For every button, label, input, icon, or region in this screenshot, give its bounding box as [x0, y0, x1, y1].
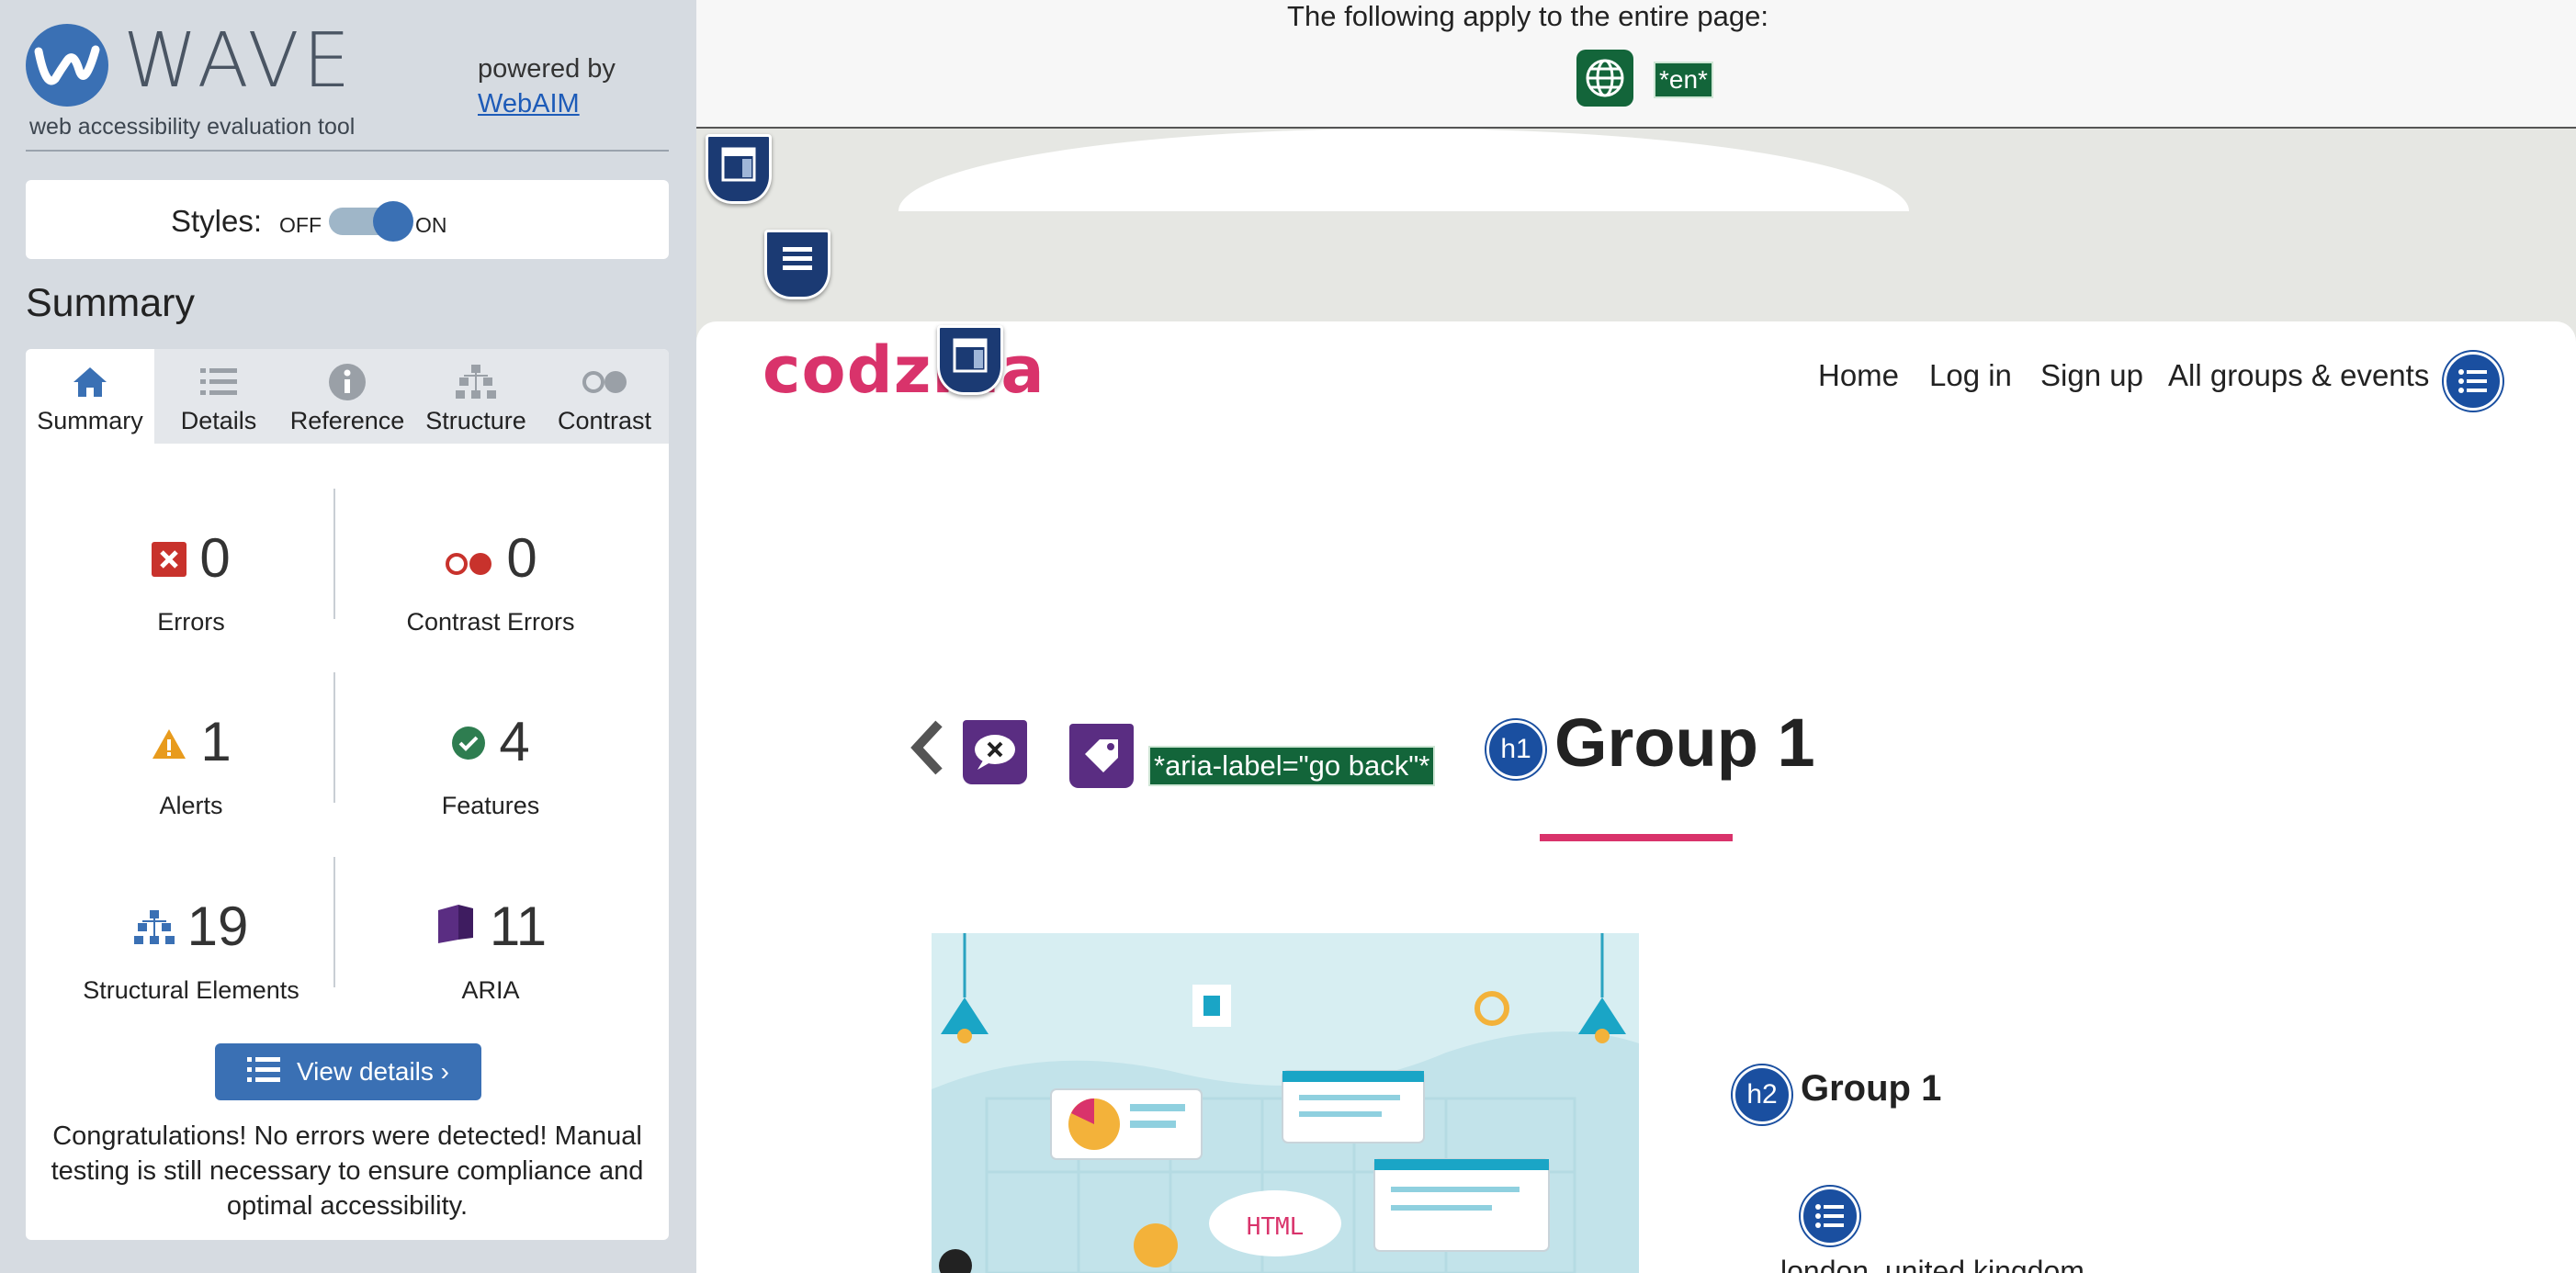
navigation-region-icon[interactable] [764, 230, 830, 299]
features-label: Features [441, 792, 540, 819]
stat-alerts[interactable]: 1 Alerts [44, 709, 338, 847]
back-chevron-icon[interactable] [910, 720, 946, 780]
structural-label: Structural Elements [83, 976, 299, 1004]
stat-errors[interactable]: 0 Errors [44, 525, 338, 663]
nav-log-in[interactable]: Log in [1929, 358, 2012, 393]
tab-label: Reference [289, 407, 405, 434]
tab-summary[interactable]: Summary [26, 349, 154, 444]
title-underline [1540, 834, 1733, 841]
info-icon [283, 360, 412, 404]
language-globe-icon[interactable] [1576, 50, 1633, 107]
wave-logo-icon[interactable] [26, 24, 108, 107]
tab-label: Details [180, 407, 257, 434]
tab-details[interactable]: Details [154, 349, 283, 444]
hierarchy-icon [412, 360, 540, 404]
home-icon [26, 360, 154, 404]
alert-icon [151, 710, 187, 773]
alerts-label: Alerts [159, 792, 223, 819]
aria-button-icon[interactable] [963, 720, 1027, 784]
powered-by: powered by WebAIM [478, 51, 616, 121]
contrast-errors-count: 0 [506, 526, 537, 589]
tab-label: Structure [425, 407, 526, 434]
error-icon [152, 526, 187, 590]
section-heading: Group 1 [1801, 1068, 1942, 1109]
hero-shape [898, 129, 1909, 211]
styles-off-label: OFF [279, 213, 322, 237]
styles-label: Styles: [171, 204, 263, 238]
page-title: Group 1 [1554, 704, 1815, 781]
language-tag: *en* [1654, 62, 1713, 98]
illustration-html-text: HTML [1247, 1213, 1305, 1241]
tab-label: Contrast [557, 407, 652, 434]
feature-check-icon [451, 710, 486, 773]
nav-all-groups-events[interactable]: All groups & events [2168, 358, 2429, 393]
h1-badge[interactable]: h1 [1486, 720, 1545, 779]
styles-toggle[interactable] [329, 201, 413, 242]
alerts-count: 1 [200, 710, 232, 772]
aria-label-tag: *aria-label="go back"* [1148, 746, 1436, 786]
summary-panel: Summary Details Reference Structure Cont… [26, 349, 669, 1240]
stat-aria[interactable]: 11 ARIA [344, 894, 638, 1031]
wave-sidebar: WAVE web accessibility evaluation tool p… [0, 0, 696, 1273]
h2-badge[interactable]: h2 [1733, 1065, 1791, 1124]
wave-tagline: web accessibility evaluation tool [29, 114, 356, 140]
webaim-link[interactable]: WebAIM [478, 89, 580, 118]
wave-logo-text: WAVE [123, 17, 355, 105]
congrats-message: Congratulations! No errors were detected… [51, 1121, 644, 1221]
page-notice-text: The following apply to the entire page: [1287, 0, 1768, 32]
contrast-errors-label: Contrast Errors [406, 608, 575, 636]
list-icon [154, 360, 283, 404]
structure-icon [133, 895, 175, 958]
list-structure-icon[interactable] [2444, 352, 2503, 411]
aria-label: ARIA [461, 976, 520, 1004]
list-structure-icon[interactable] [1801, 1187, 1859, 1245]
page-notice-bar: The following apply to the entire page: … [696, 0, 2576, 129]
nav-sign-up[interactable]: Sign up [2040, 358, 2143, 393]
structural-count: 19 [186, 895, 249, 957]
tab-bar: Summary Details Reference Structure Cont… [26, 349, 669, 444]
view-details-label: View details › [296, 1057, 449, 1086]
stat-contrast-errors[interactable]: 0 Contrast Errors [344, 525, 638, 663]
contrast-error-icon [444, 526, 493, 590]
divider [26, 150, 669, 152]
evaluated-page: The following apply to the entire page: … [696, 0, 2576, 1273]
group-illustration: HTML [932, 933, 1639, 1273]
styles-toggle-box: Styles: OFF ON [26, 180, 669, 259]
nav-home[interactable]: Home [1818, 358, 1899, 393]
features-count: 4 [499, 710, 530, 772]
toggle-knob[interactable] [373, 201, 413, 242]
aria-count: 11 [489, 895, 548, 957]
stat-divider [333, 489, 335, 619]
powered-by-text: powered by [478, 54, 616, 84]
stat-divider [333, 672, 335, 803]
contrast-icon [540, 360, 669, 404]
styles-on-label: ON [415, 213, 447, 237]
stat-structural[interactable]: 19 Structural Elements [44, 894, 338, 1031]
group-location: london, united kingdom [1780, 1255, 2085, 1273]
header-region-icon[interactable] [706, 134, 772, 204]
stat-features[interactable]: 4 Features [344, 709, 638, 847]
list-icon [246, 1055, 280, 1089]
errors-label: Errors [157, 608, 225, 636]
summary-heading: Summary [26, 281, 195, 325]
tab-structure[interactable]: Structure [412, 349, 540, 444]
tab-contrast[interactable]: Contrast [540, 349, 669, 444]
aria-icon [435, 895, 477, 958]
stat-divider [333, 857, 335, 987]
tab-label: Summary [37, 407, 143, 434]
aria-label-icon[interactable] [1069, 724, 1134, 788]
header-region-icon[interactable] [937, 325, 1003, 395]
tab-reference[interactable]: Reference [283, 349, 412, 444]
errors-count: 0 [199, 526, 231, 589]
view-details-button[interactable]: View details › [215, 1043, 481, 1100]
